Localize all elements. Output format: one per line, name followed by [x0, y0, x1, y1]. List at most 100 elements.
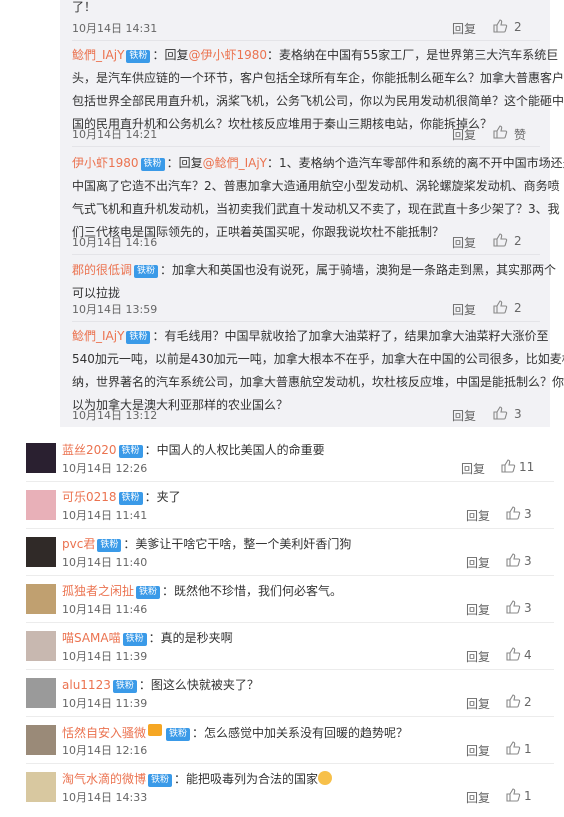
mention-link[interactable]: @鲶們_IAjY [203, 156, 267, 170]
reply-button[interactable]: 回复 [466, 601, 490, 618]
comment-text: ：夹了 [144, 490, 181, 504]
reply-text: ：1、麦格纳个造汽车零部件和系统的离不开中国市场还是 [267, 156, 564, 170]
divider [26, 481, 554, 482]
like-count: 3 [524, 507, 532, 521]
reply-text: ：有毛线用？中国早就收拾了加拿大油菜籽了，结果加拿大油菜籽大涨价至 [152, 329, 549, 343]
reply-button[interactable]: 回复 [466, 554, 490, 571]
thumbs-up-icon[interactable] [492, 18, 508, 34]
username-link[interactable]: 喵SAMA喵 [62, 631, 121, 645]
thumbs-up-icon[interactable] [505, 787, 521, 803]
comment-text: ：怎么感觉中加关系没有回暖的趋势呢？ [192, 726, 409, 740]
avatar[interactable] [26, 725, 56, 755]
username-link[interactable]: 伊小虾1980 [72, 156, 139, 170]
timestamp: 10月14日 12:16 [62, 744, 148, 757]
reply-text-line: 中国离了它造不出汽车？2、普惠加拿大造通用航空小型发动机、涡轮螺旋桨发动机、商务… [72, 179, 560, 193]
reply-button[interactable]: 回复 [466, 789, 490, 806]
like-count: 11 [519, 460, 535, 474]
reply-button[interactable]: 回复 [466, 695, 490, 712]
timestamp: 10月14日 14:16 [72, 236, 158, 249]
sub-reply: 鲶們_IAjY 铁粉 ：回复@伊小虾1980：麦格纳在中国有55家工厂，是世界第三大… [72, 44, 564, 147]
timestamp: 10月14日 11:40 [62, 556, 148, 569]
timestamp: 10月14日 11:46 [62, 603, 148, 616]
divider [26, 763, 554, 764]
fan-badge: 铁粉 [97, 539, 122, 552]
timestamp: 10月14日 14:31 [72, 22, 158, 35]
reply-prefix: ：回复 [166, 156, 203, 170]
thumbs-up-icon[interactable] [505, 646, 521, 662]
reply-text-line: 气式飞机和直升机发动机，当初卖我们武直十发动机又不卖了，现在武直十多少架了？3、… [72, 202, 560, 216]
fan-badge: 铁粉 [126, 331, 151, 344]
reply-button[interactable]: 回复 [452, 301, 476, 318]
thumbs-up-icon[interactable] [505, 740, 521, 756]
fan-badge: 铁粉 [134, 265, 159, 278]
username-link[interactable]: 郡的很低调 [72, 263, 132, 277]
thumbs-up-icon[interactable] [492, 124, 508, 140]
avatar[interactable] [26, 443, 56, 473]
fan-badge: 铁粉 [112, 680, 137, 693]
comment-body: pvc君 铁粉 ：美爹让干啥它干啥，整一个美利奸香门狗 [62, 536, 351, 552]
comment-body: 可乐0218 铁粉 ：夹了 [62, 489, 181, 505]
thumbs-up-icon[interactable] [492, 232, 508, 248]
like-count: 2 [514, 234, 522, 248]
thumbs-up-icon[interactable] [505, 552, 521, 568]
sub-reply-body: 鲶們_IAjY 铁粉 ：回复@伊小虾1980：麦格纳在中国有55家工厂，是世界第三大… [72, 44, 558, 67]
fan-badge: 铁粉 [118, 445, 143, 458]
username-link[interactable]: alu1123 [62, 678, 111, 692]
reply-button[interactable]: 回复 [452, 407, 476, 424]
username-link[interactable]: 鲶們_IAjY [72, 329, 124, 343]
timestamp: 10月14日 12:26 [62, 462, 148, 475]
like-count: 赞 [514, 128, 527, 142]
avatar[interactable] [26, 537, 56, 567]
like-count: 2 [514, 301, 522, 315]
divider [26, 669, 554, 670]
divider [72, 254, 540, 255]
divider [26, 528, 554, 529]
thumbs-up-icon[interactable] [505, 599, 521, 615]
fan-badge: 铁粉 [140, 158, 165, 171]
fan-badge: 铁粉 [166, 728, 191, 741]
username-link[interactable]: pvc君 [62, 537, 95, 551]
timestamp: 10月14日 14:21 [72, 128, 158, 141]
avatar[interactable] [26, 490, 56, 520]
comment-text: ：美爹让干啥它干啥，整一个美利奸香门狗 [123, 537, 352, 551]
divider [72, 40, 540, 41]
comment-text: ：既然他不珍惜，我们何必客气。 [162, 584, 343, 598]
username-link[interactable]: 淘气水滴的微博 [62, 772, 146, 786]
fan-badge: 铁粉 [126, 50, 151, 63]
reply-button[interactable]: 回复 [466, 742, 490, 759]
avatar[interactable] [26, 584, 56, 614]
reply-text-line: 包括世界全部民用直升机，涡桨飞机，公务飞机公司，你以为民用发动机很简单？这个能砸… [72, 94, 564, 108]
avatar[interactable] [26, 631, 56, 661]
sub-reply-meta: 10月14日 14:16 回复 2 [72, 232, 540, 252]
divider [72, 146, 540, 147]
thumbs-up-icon[interactable] [500, 458, 516, 474]
sub-reply: 伊小虾1980 铁粉 ：回复@鲶們_IAjY：1、麦格纳个造汽车零部件和系统的离不开… [72, 152, 564, 255]
username-link[interactable]: 孤独者之闲扯 [62, 584, 134, 598]
like-count: 1 [524, 742, 532, 756]
thumbs-up-icon[interactable] [492, 405, 508, 421]
username-link[interactable]: 恬然自安入骚微 [62, 726, 146, 740]
timestamp: 10月14日 14:33 [62, 791, 148, 804]
like-count: 2 [514, 20, 522, 34]
sub-reply-text: 了！ [72, 0, 97, 14]
avatar[interactable] [26, 772, 56, 802]
thumbs-up-icon[interactable] [492, 299, 508, 315]
sub-reply-body: 伊小虾1980 铁粉 ：回复@鲶們_IAjY：1、麦格纳个造汽车零部件和系统的离不开… [72, 152, 564, 175]
timestamp: 10月14日 11:39 [62, 650, 148, 663]
reply-button[interactable]: 回复 [452, 126, 476, 143]
thumbs-up-icon[interactable] [505, 693, 521, 709]
avatar[interactable] [26, 678, 56, 708]
reply-button[interactable]: 回复 [466, 648, 490, 665]
comment-text: ：中国人的人权比美国人的命重要 [144, 443, 325, 457]
reply-button[interactable]: 回复 [452, 234, 476, 251]
comment-page: 了！ 10月14日 14:31 回复 2 鲶們_IAjY 铁粉 ：回复@伊小虾198… [0, 0, 564, 817]
username-link[interactable]: 鲶們_IAjY [72, 48, 124, 62]
mention-link[interactable]: @伊小虾1980 [188, 48, 267, 62]
reply-button[interactable]: 回复 [461, 460, 485, 477]
reply-button[interactable]: 回复 [452, 20, 476, 37]
thumbs-up-icon[interactable] [505, 505, 521, 521]
username-link[interactable]: 可乐0218 [62, 490, 117, 504]
reply-button[interactable]: 回复 [466, 507, 490, 524]
comment-body: 喵SAMA喵 铁粉 ：真的是秒夹啊 [62, 630, 233, 646]
username-link[interactable]: 蓝丝2020 [62, 443, 117, 457]
